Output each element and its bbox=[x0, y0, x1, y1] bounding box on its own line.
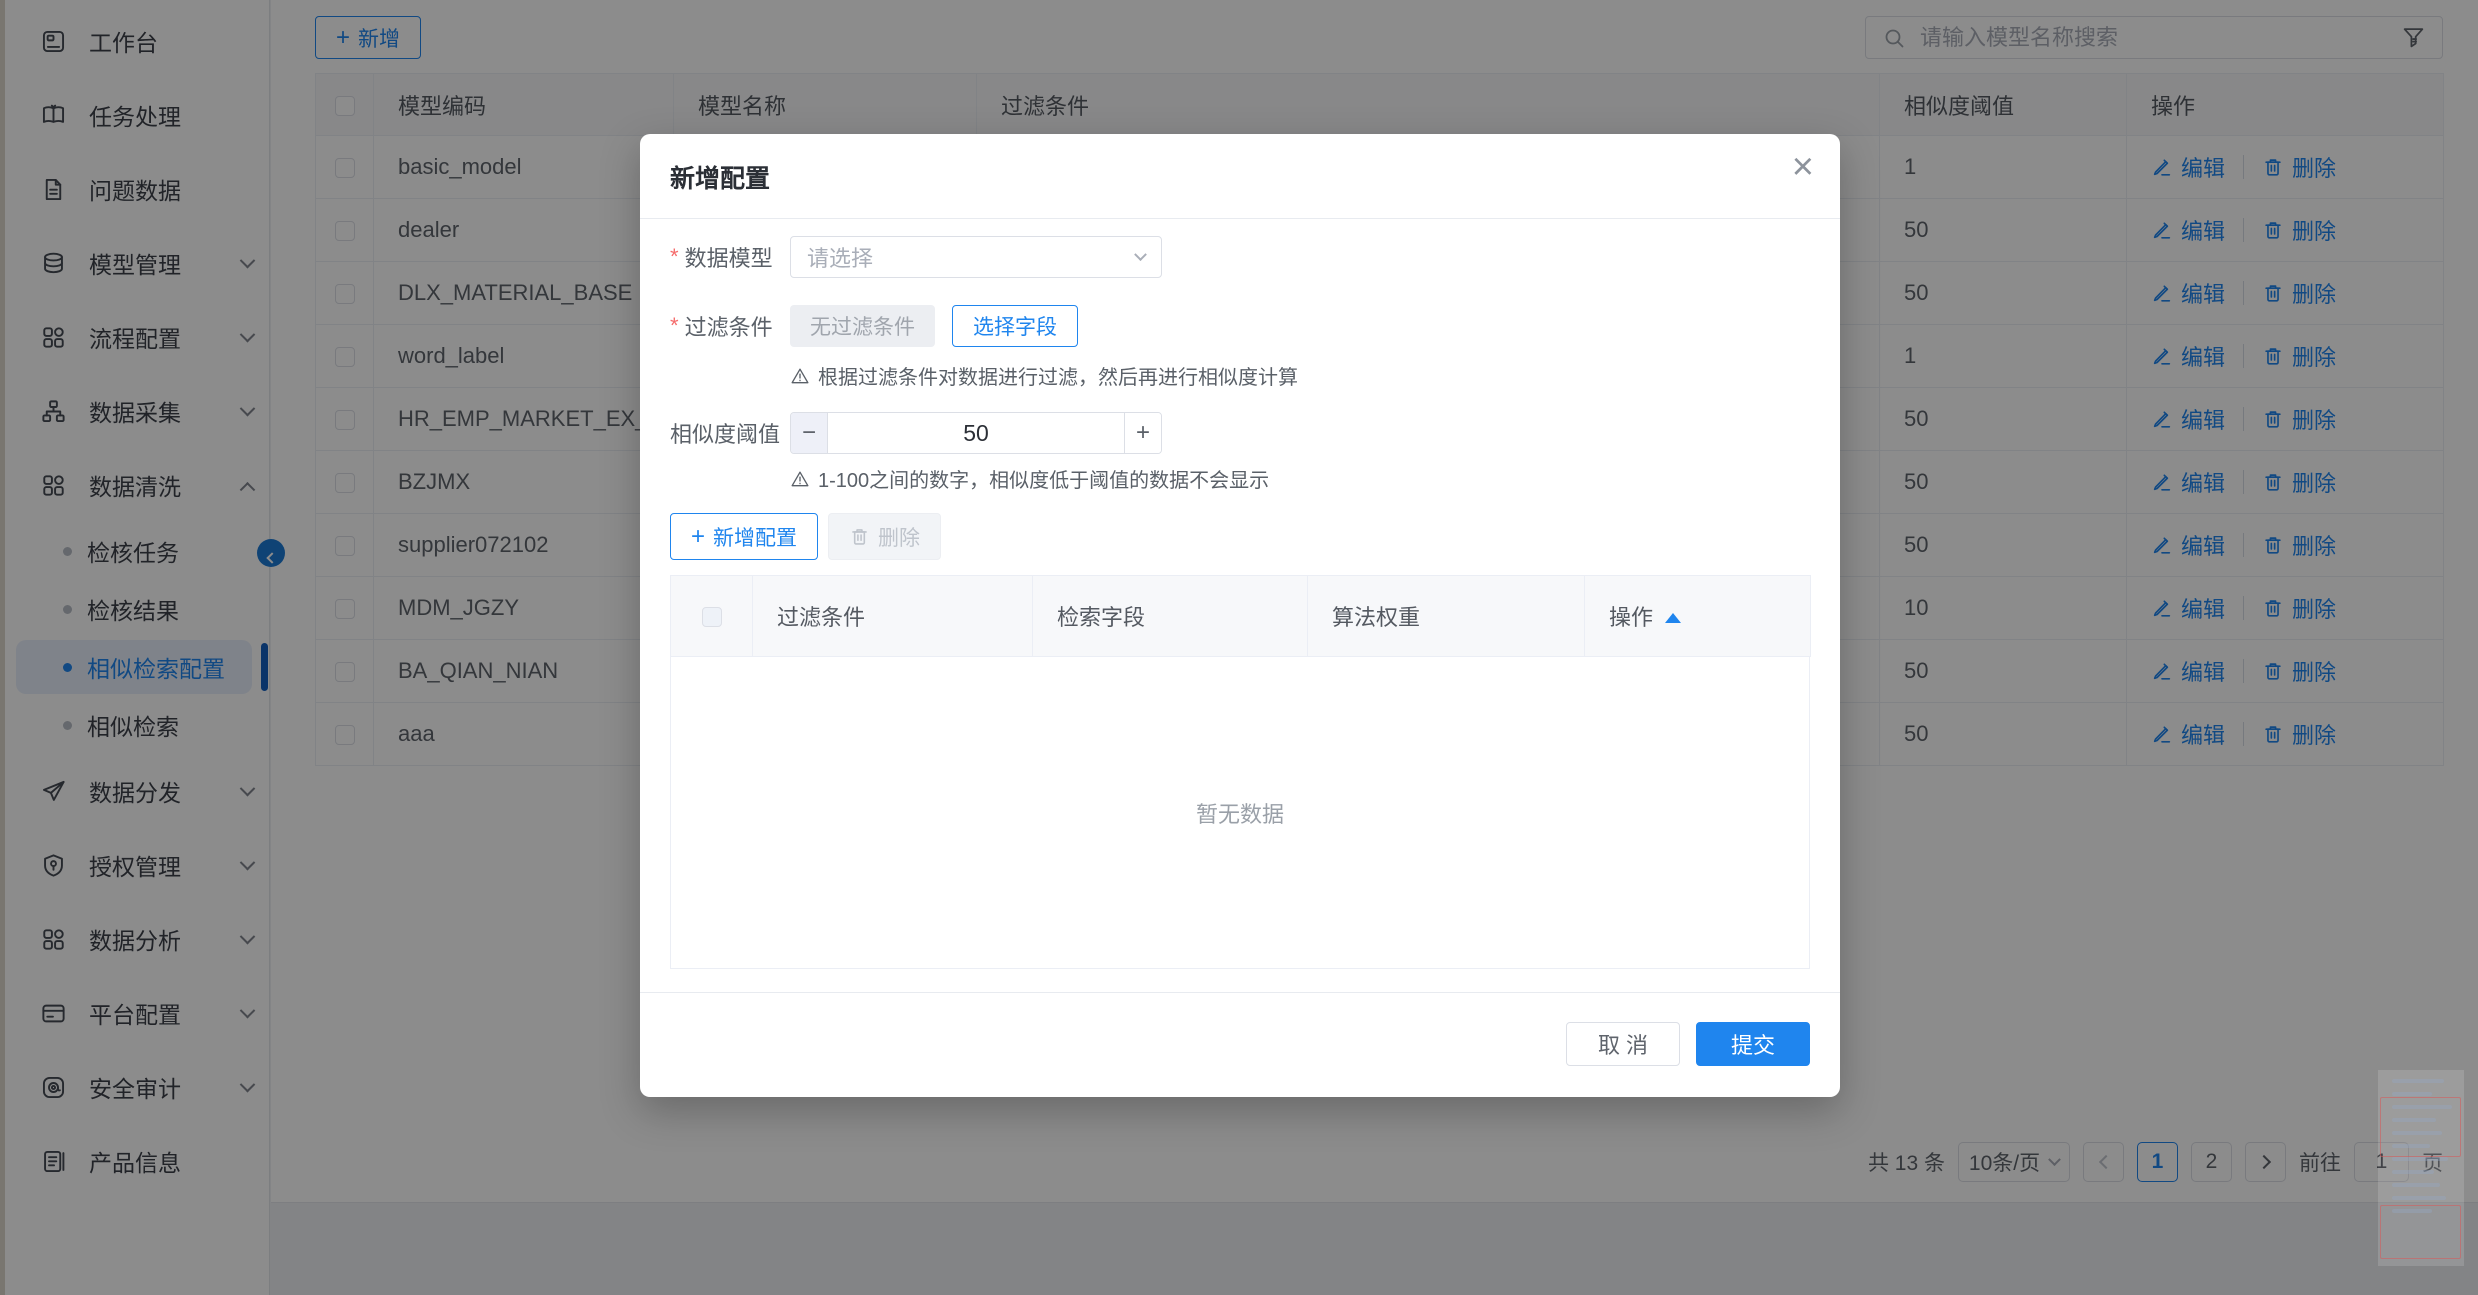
divider bbox=[640, 218, 1840, 219]
select-all-checkbox[interactable] bbox=[702, 607, 722, 627]
column-header: 过滤条件 bbox=[753, 576, 1033, 657]
no-filter-button[interactable]: 无过滤条件 bbox=[790, 305, 935, 347]
add-config-modal: 新增配置 × * 数据模型 请选择 * 过滤条件 无过滤条件 选择字段 根据过滤… bbox=[640, 134, 1840, 1097]
config-table: 过滤条件 检索字段 算法权重 操作 bbox=[670, 575, 1811, 657]
threshold-label: 相似度阈值 bbox=[670, 412, 780, 454]
threshold-stepper: − + bbox=[790, 412, 1162, 454]
increase-button[interactable]: + bbox=[1124, 413, 1161, 453]
submit-button[interactable]: 提交 bbox=[1696, 1022, 1810, 1066]
decrease-button[interactable]: − bbox=[791, 413, 828, 453]
column-header: 算法权重 bbox=[1308, 576, 1585, 657]
select-placeholder: 请选择 bbox=[807, 241, 1136, 273]
column-header: 检索字段 bbox=[1033, 576, 1308, 657]
chevron-down-icon bbox=[1134, 248, 1147, 261]
modal-title: 新增配置 bbox=[670, 159, 770, 195]
empty-state: 暂无数据 bbox=[670, 657, 1810, 969]
app-screen: 工作台 任务处理 问题数据 bbox=[0, 0, 2478, 1295]
threshold-input[interactable] bbox=[828, 413, 1124, 453]
add-config-button[interactable]: + 新增配置 bbox=[670, 513, 818, 560]
filter-hint: 根据过滤条件对数据进行过滤，然后再进行相似度计算 bbox=[790, 361, 1298, 390]
plus-icon: + bbox=[691, 525, 705, 549]
cancel-button[interactable]: 取 消 bbox=[1566, 1022, 1680, 1066]
data-model-label: * 数据模型 bbox=[670, 236, 773, 278]
divider bbox=[640, 992, 1840, 993]
warning-icon bbox=[790, 469, 810, 489]
sort-asc-icon bbox=[1665, 613, 1681, 623]
column-header-sortable[interactable]: 操作 bbox=[1585, 576, 1811, 657]
warning-icon bbox=[790, 366, 810, 386]
data-model-select[interactable]: 请选择 bbox=[790, 236, 1162, 278]
required-asterisk: * bbox=[670, 313, 679, 339]
empty-text: 暂无数据 bbox=[1196, 797, 1284, 829]
filter-option-group: 无过滤条件 选择字段 bbox=[790, 305, 1078, 347]
trash-icon bbox=[849, 526, 870, 547]
threshold-hint: 1-100之间的数字，相似度低于阈值的数据不会显示 bbox=[790, 464, 1269, 493]
delete-config-button[interactable]: 删除 bbox=[828, 513, 941, 560]
filter-label: * 过滤条件 bbox=[670, 305, 773, 347]
close-icon[interactable]: × bbox=[1792, 148, 1814, 186]
config-table-header-row: 过滤条件 检索字段 算法权重 操作 bbox=[671, 576, 1811, 657]
required-asterisk: * bbox=[670, 244, 679, 270]
select-fields-button[interactable]: 选择字段 bbox=[952, 305, 1078, 347]
